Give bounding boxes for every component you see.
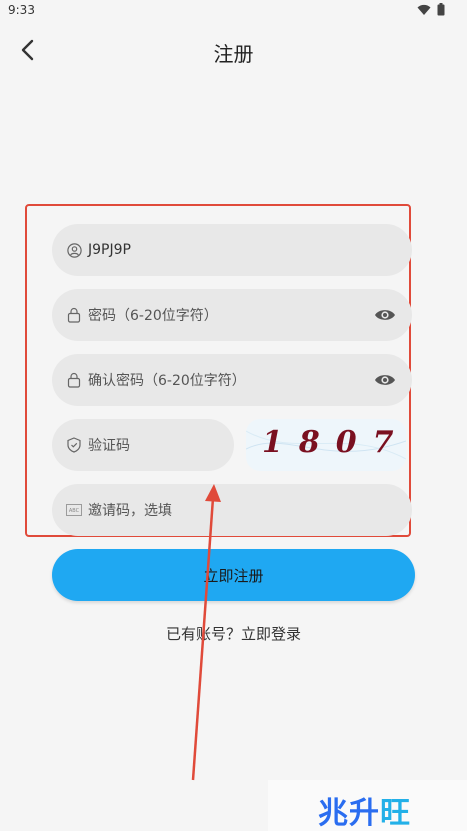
- register-button[interactable]: 立即注册: [52, 549, 415, 601]
- abc-icon: ABC: [66, 502, 82, 518]
- watermark-text: 兆升旺: [318, 788, 411, 831]
- confirm-password-placeholder: 确认密码（6-20位字符）: [88, 373, 246, 389]
- login-link[interactable]: 已有账号？立即登录: [0, 623, 467, 644]
- verification-code-field[interactable]: 验证码: [52, 419, 234, 471]
- register-button-label: 立即注册: [203, 566, 264, 585]
- captcha-image[interactable]: 1807: [246, 419, 406, 471]
- confirm-password-field[interactable]: 确认密码（6-20位字符）: [52, 354, 412, 406]
- watermark-logo: 兆升旺: [268, 780, 467, 831]
- page-title: 注册: [213, 42, 254, 66]
- captcha-text: 1807: [262, 425, 406, 460]
- user-icon: [66, 242, 82, 258]
- header: 注册: [0, 30, 467, 70]
- invite-code-placeholder: 邀请码，选填: [88, 503, 172, 519]
- lock-icon: [66, 372, 82, 388]
- watermark-text-b: 旺: [380, 796, 411, 831]
- watermark-text-a: 兆升: [318, 796, 380, 831]
- invite-code-field[interactable]: ABC 邀请码，选填: [52, 484, 412, 536]
- wifi-icon: [417, 4, 431, 16]
- lock-icon: [66, 307, 82, 323]
- eye-icon[interactable]: [374, 304, 396, 326]
- verification-code-placeholder: 验证码: [88, 438, 130, 454]
- battery-icon: [437, 3, 445, 16]
- abc-icon-text: ABC: [69, 508, 80, 514]
- username-field[interactable]: J9PJ9P: [52, 224, 412, 276]
- shield-icon: [66, 437, 82, 453]
- password-placeholder: 密码（6-20位字符）: [88, 308, 218, 324]
- status-icons: [417, 3, 445, 16]
- status-bar: 9:33: [0, 0, 467, 22]
- password-field[interactable]: 密码（6-20位字符）: [52, 289, 412, 341]
- status-time: 9:33: [8, 3, 35, 17]
- eye-icon[interactable]: [374, 369, 396, 391]
- username-value: J9PJ9P: [88, 242, 131, 258]
